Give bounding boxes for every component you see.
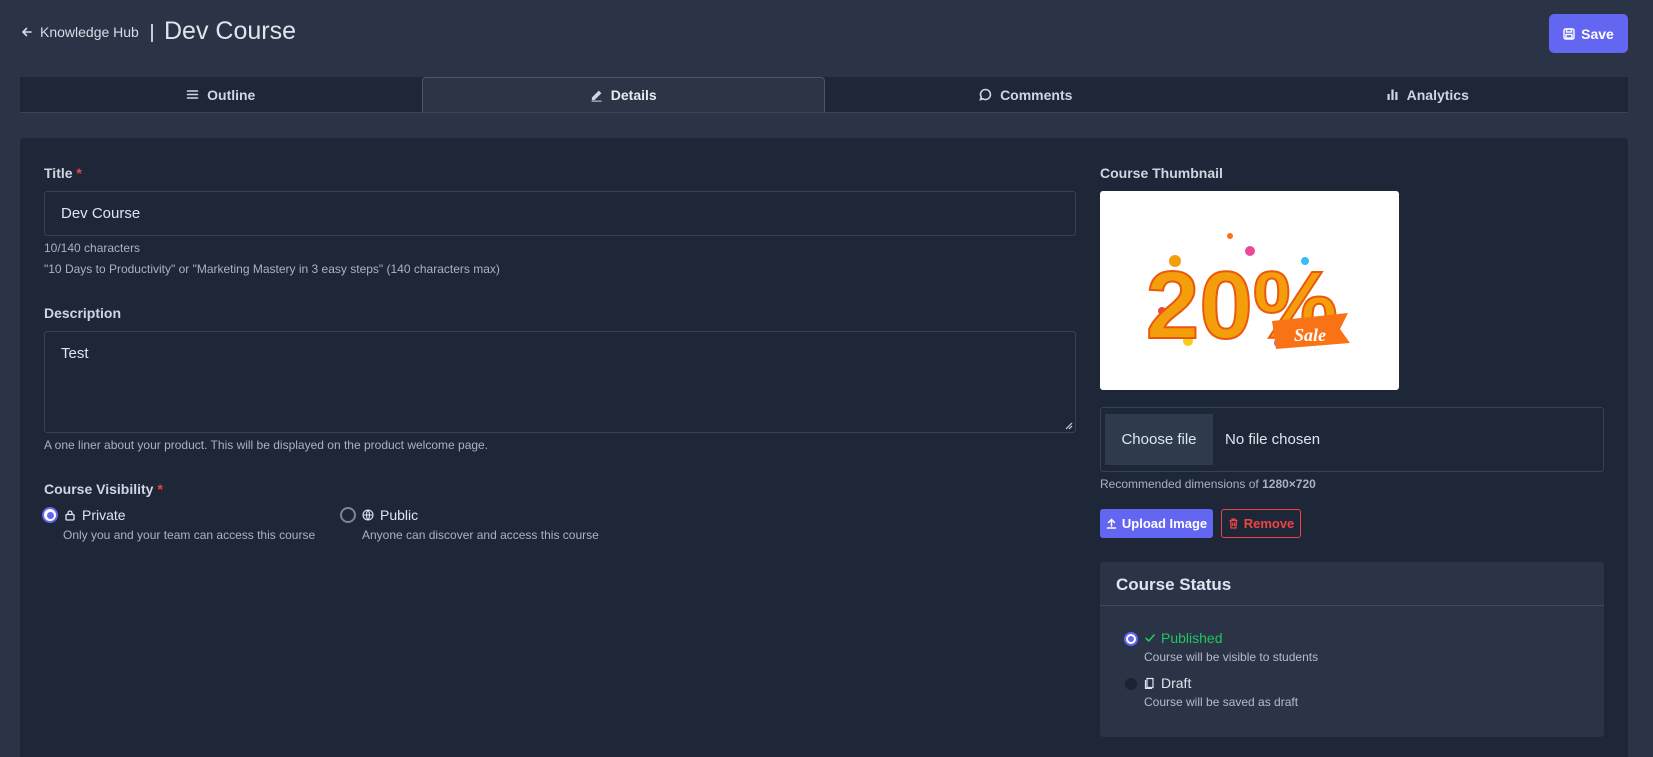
- choose-file-button[interactable]: Choose file: [1105, 414, 1213, 465]
- upload-label: Upload Image: [1121, 516, 1208, 531]
- tab-details[interactable]: Details: [421, 77, 825, 112]
- recommended-prefix: Recommended dimensions of: [1100, 477, 1263, 491]
- title-label-text: Title: [44, 165, 73, 181]
- status-option-published[interactable]: Published: [1144, 630, 1223, 646]
- back-link-label: Knowledge Hub: [40, 24, 139, 40]
- remove-image-button[interactable]: Remove: [1221, 509, 1301, 538]
- tab-outline-label: Outline: [207, 86, 256, 103]
- draft-description: Course will be saved as draft: [1144, 695, 1299, 709]
- title-input-value: Dev Course: [61, 205, 141, 222]
- visibility-option-private[interactable]: Private: [42, 507, 126, 523]
- check-icon: [1145, 634, 1155, 642]
- top-bar: Knowledge Hub Dev Course Save: [0, 0, 1653, 66]
- description-textarea[interactable]: Test: [44, 331, 1076, 433]
- upload-icon: [1106, 518, 1117, 529]
- tab-analytics[interactable]: Analytics: [1227, 77, 1629, 112]
- bar-chart-icon: [1387, 89, 1398, 100]
- tab-comments-label: Comments: [1000, 86, 1073, 103]
- title-hint: "10 Days to Productivity" or "Marketing …: [44, 262, 500, 276]
- course-status-title: Course Status: [1116, 575, 1232, 594]
- title-input[interactable]: Dev Course: [44, 191, 1076, 236]
- sale-graphic: 20% Sale: [1145, 233, 1350, 360]
- radio-private[interactable]: [42, 507, 58, 523]
- radio-public[interactable]: [340, 507, 356, 523]
- private-label: Private: [82, 507, 126, 523]
- upload-image-button[interactable]: Upload Image: [1100, 509, 1213, 538]
- thumbnail-image: 20% Sale: [1100, 191, 1399, 390]
- recommended-dimensions: Recommended dimensions of 1280×720: [1100, 477, 1316, 491]
- thumbnail-label: Course Thumbnail: [1100, 165, 1223, 181]
- required-mark: *: [76, 165, 82, 181]
- page-title: Dev Course: [164, 17, 296, 45]
- radio-draft[interactable]: [1124, 677, 1138, 691]
- tab-comments[interactable]: Comments: [825, 77, 1227, 112]
- tab-bar: Outline Details Comments Analytics: [20, 77, 1628, 113]
- globe-icon: [362, 509, 374, 521]
- trash-icon: [1229, 518, 1238, 529]
- sale-text: Sale: [1294, 325, 1326, 345]
- arrow-left-icon: [22, 27, 32, 37]
- visibility-label-text: Course Visibility: [44, 481, 154, 497]
- file-input[interactable]: Choose file No file chosen: [1100, 407, 1604, 472]
- chat-bubble-icon: [979, 88, 992, 101]
- pencil-icon: [591, 90, 602, 102]
- document-icon: [1144, 677, 1154, 689]
- public-label: Public: [380, 507, 419, 523]
- list-icon: [186, 90, 199, 99]
- back-link[interactable]: Knowledge Hub: [21, 24, 139, 40]
- radio-published[interactable]: [1124, 632, 1138, 646]
- resize-grip-icon[interactable]: [1065, 422, 1073, 430]
- status-option-draft[interactable]: Draft: [1144, 675, 1191, 691]
- visibility-label: Course Visibility *: [44, 481, 163, 497]
- remove-label: Remove: [1243, 516, 1295, 531]
- title-divider: [151, 24, 153, 42]
- published-description: Course will be visible to students: [1144, 650, 1319, 664]
- description-label: Description: [44, 305, 122, 321]
- save-button-label: Save: [1581, 25, 1614, 42]
- course-status-card: Course Status Published Course will be v…: [1100, 562, 1604, 737]
- description-hint: A one liner about your product. This wil…: [44, 438, 489, 452]
- title-char-count: 10/140 characters: [44, 241, 141, 255]
- lock-icon: [65, 510, 75, 521]
- private-description: Only you and your team can access this c…: [63, 528, 316, 542]
- draft-label: Draft: [1161, 675, 1192, 691]
- tab-analytics-label: Analytics: [1406, 86, 1469, 103]
- recommended-dims: 1280×720: [1262, 477, 1316, 491]
- save-button[interactable]: Save: [1549, 14, 1628, 53]
- floppy-disk-icon: [1563, 27, 1575, 40]
- tab-details-label: Details: [610, 87, 657, 103]
- public-description: Anyone can discover and access this cour…: [362, 528, 599, 542]
- status-divider: [1100, 605, 1604, 606]
- required-mark: *: [157, 481, 163, 497]
- title-label: Title *: [44, 165, 82, 181]
- published-label: Published: [1161, 630, 1223, 646]
- visibility-option-public[interactable]: Public: [340, 507, 418, 523]
- no-file-label: No file chosen: [1225, 431, 1321, 448]
- tab-outline[interactable]: Outline: [20, 77, 422, 112]
- description-value: Test: [61, 345, 89, 362]
